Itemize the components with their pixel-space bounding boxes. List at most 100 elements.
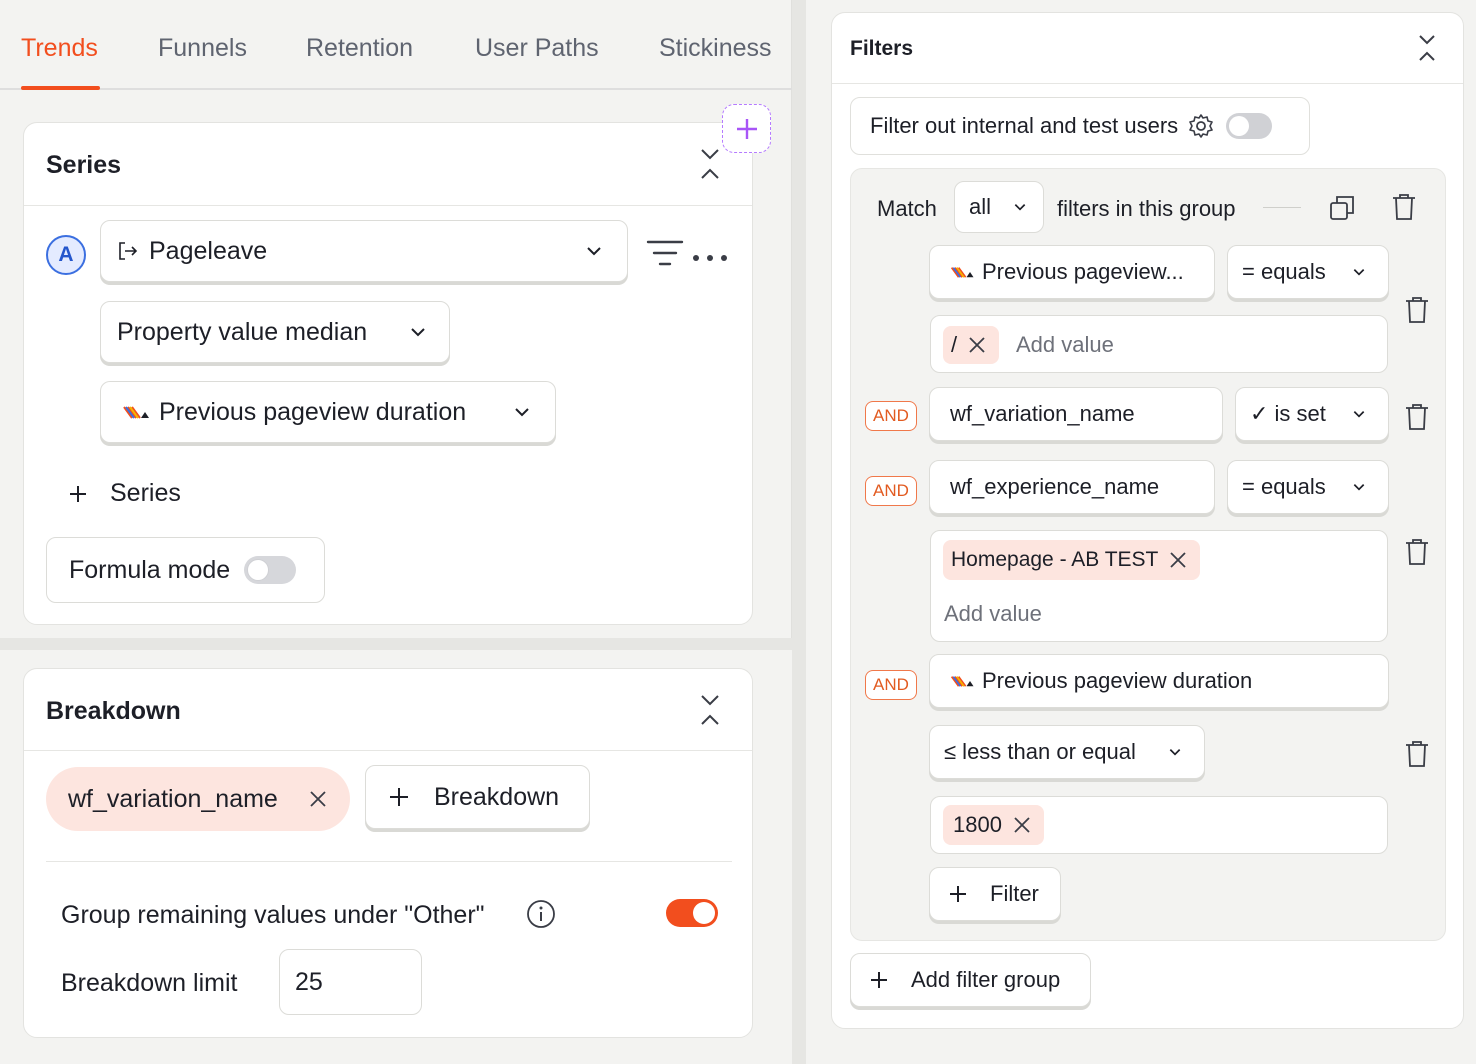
filter-property-select[interactable]: wf_experience_name — [929, 460, 1215, 514]
group-label: filters in this group — [1057, 196, 1236, 221]
add-filter-group-label: Add filter group — [911, 967, 1061, 992]
breakdown-limit-label: Breakdown limit — [61, 969, 238, 997]
trash-icon[interactable] — [1404, 403, 1430, 436]
chevron-down-icon — [1353, 411, 1365, 418]
match-select[interactable]: all — [954, 181, 1044, 233]
breakdown-chip[interactable]: wf_variation_name — [46, 767, 350, 831]
property-icon — [950, 267, 974, 278]
value-chip-label: Homepage - AB TEST — [951, 548, 1159, 571]
filter-operator: = equals — [1242, 474, 1326, 499]
aggregation-label: Property value median — [117, 317, 368, 346]
internal-users-label: Filter out internal and test users — [870, 113, 1179, 138]
filter-property-select[interactable]: Previous pageview duration — [929, 654, 1389, 708]
insight-tabs: Trends Funnels Retention User Paths Stic… — [0, 0, 792, 90]
series-title: Series — [46, 151, 122, 179]
tab-retention[interactable]: Retention — [306, 34, 413, 63]
info-icon[interactable] — [526, 899, 556, 934]
filter-property-select[interactable]: wf_variation_name — [929, 387, 1223, 441]
filter-operator: ✓ is set — [1250, 401, 1326, 426]
collapse-icon[interactable] — [1416, 33, 1438, 68]
close-icon[interactable] — [1012, 815, 1032, 835]
chevron-down-icon — [411, 328, 425, 337]
chevron-down-icon — [1014, 204, 1026, 211]
add-value-placeholder: Add value — [944, 601, 1042, 626]
value-chip[interactable]: Homepage - AB TEST — [943, 540, 1201, 580]
property-name: Previous pageview duration — [159, 397, 467, 426]
plus-icon — [950, 886, 966, 902]
formula-mode-toggle[interactable] — [244, 556, 297, 584]
internal-users-toggle[interactable] — [1226, 113, 1273, 139]
divider — [24, 205, 752, 206]
formula-mode-label: Formula mode — [69, 555, 231, 584]
tab-funnels[interactable]: Funnels — [158, 34, 247, 63]
filter-operator-select[interactable]: ✓ is set — [1235, 387, 1389, 441]
filter-property-select[interactable]: Previous pageview... — [929, 245, 1215, 299]
add-filter-group-button[interactable]: Add filter group — [850, 953, 1091, 1007]
event-name: Pageleave — [149, 236, 268, 265]
collapse-icon[interactable] — [698, 693, 722, 732]
breakdown-chip-label: wf_variation_name — [68, 784, 278, 813]
tab-stickiness[interactable]: Stickiness — [659, 34, 772, 63]
value-chip[interactable]: / — [943, 326, 1000, 364]
property-icon — [123, 398, 151, 427]
chevron-down-icon — [515, 408, 529, 417]
filter-operator-select[interactable]: ≤ less than or equal — [929, 725, 1205, 779]
close-icon[interactable] — [1168, 550, 1188, 570]
add-filter-label: Filter — [990, 881, 1039, 906]
event-select[interactable]: Pageleave — [100, 220, 628, 282]
match-label: Match — [877, 196, 937, 221]
tab-trends[interactable]: Trends — [21, 34, 98, 63]
duplicate-icon[interactable] — [1329, 195, 1355, 226]
filter-property-name: wf_experience_name — [950, 474, 1160, 499]
value-chip[interactable]: 1800 — [943, 805, 1044, 845]
chevron-down-icon — [1353, 484, 1365, 491]
filter-operator-select[interactable]: = equals — [1227, 245, 1389, 299]
property-icon — [950, 676, 974, 687]
aggregation-select[interactable]: Property value median — [100, 301, 450, 363]
filter-value-input[interactable]: Homepage - AB TEST Add value — [930, 530, 1388, 642]
add-series-button[interactable]: Series — [68, 479, 181, 508]
filter-value-input[interactable]: 1800 — [930, 796, 1388, 854]
pageleave-icon — [119, 242, 138, 260]
add-breakdown-button[interactable]: Breakdown — [365, 765, 590, 829]
trash-icon[interactable] — [1404, 538, 1430, 571]
property-select[interactable]: Previous pageview duration — [100, 381, 556, 443]
filter-value-input[interactable]: / Add value — [930, 315, 1388, 373]
series-card: Series A Pageleave Property value median… — [23, 122, 753, 625]
trash-icon[interactable] — [1404, 296, 1430, 329]
tab-user-paths[interactable]: User Paths — [475, 34, 599, 63]
trash-icon[interactable] — [1391, 193, 1417, 226]
breakdown-title: Breakdown — [46, 697, 181, 725]
divider — [1263, 207, 1301, 208]
filter-operator-select[interactable]: = equals — [1227, 460, 1389, 514]
group-other-toggle[interactable] — [666, 899, 718, 927]
close-icon[interactable] — [967, 335, 987, 355]
collapse-icon[interactable] — [698, 147, 722, 186]
match-value: all — [969, 194, 992, 219]
plus-icon — [70, 485, 86, 502]
gear-icon[interactable] — [1188, 113, 1214, 139]
formula-mode-toggle-box[interactable]: Formula mode — [46, 537, 325, 603]
chevron-down-icon — [1353, 269, 1365, 276]
and-badge: AND — [865, 476, 917, 506]
more-icon[interactable] — [692, 250, 730, 268]
breakdown-limit-input[interactable]: 25 — [279, 949, 422, 1015]
divider — [46, 861, 732, 862]
group-other-label: Group remaining values under "Other" — [61, 901, 485, 929]
plus-icon — [736, 118, 757, 139]
add-filter-button[interactable]: Filter — [929, 867, 1061, 921]
filter-group: Match all filters in this group Previous… — [850, 168, 1446, 941]
divider — [24, 750, 752, 751]
filter-icon[interactable] — [646, 239, 684, 276]
active-tab-indicator — [21, 86, 100, 90]
add-breakdown-label: Breakdown — [434, 782, 560, 811]
value-chip-label: 1800 — [953, 812, 1002, 837]
trash-icon[interactable] — [1404, 740, 1430, 773]
and-badge: AND — [865, 401, 917, 431]
internal-users-toggle-box[interactable]: Filter out internal and test users — [850, 97, 1310, 155]
breakdown-card: Breakdown wf_variation_name Breakdown Gr… — [23, 668, 753, 1038]
close-icon[interactable] — [308, 789, 328, 809]
plus-icon — [390, 788, 408, 806]
series-letter-badge: A — [46, 235, 86, 275]
add-series-dashed-button[interactable] — [722, 104, 771, 153]
